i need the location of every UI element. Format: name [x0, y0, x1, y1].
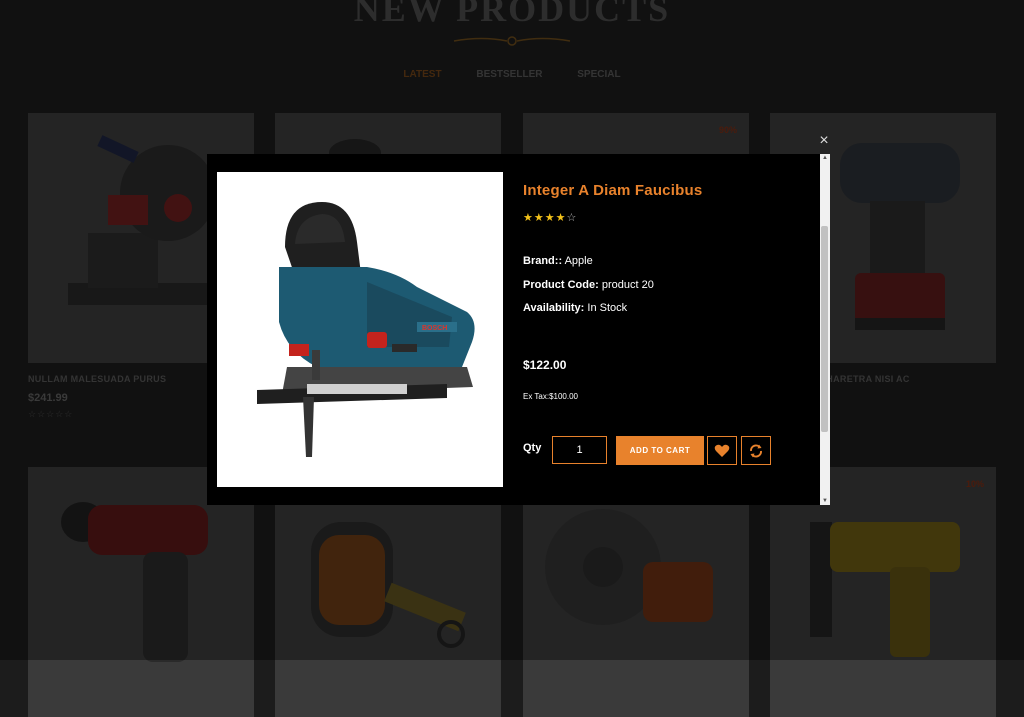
scroll-down-icon[interactable]: ▼	[820, 498, 830, 504]
star-empty-icon: ☆	[566, 212, 578, 224]
brand-row: Brand:: Apple	[523, 255, 593, 267]
product-image: BOSCH	[217, 172, 503, 487]
product-code-row: Product Code: product 20	[523, 279, 654, 291]
close-icon[interactable]: ×	[814, 131, 834, 151]
svg-text:BOSCH: BOSCH	[422, 325, 447, 332]
brand-value[interactable]: Apple	[565, 255, 593, 267]
modal-scrollbar[interactable]: ▲ ▼	[820, 154, 830, 505]
refresh-icon	[750, 443, 762, 458]
quantity-input[interactable]	[552, 436, 607, 464]
product-price: $122.00	[523, 358, 567, 372]
availability-label: Availability:	[523, 302, 585, 314]
compare-button[interactable]	[741, 436, 771, 465]
quick-view-modal: BOSCH Integer A Diam Faucibus ★★★★☆ Bran…	[207, 154, 830, 505]
product-rating: ★★★★☆	[523, 211, 577, 224]
scrollbar-thumb[interactable]	[821, 226, 828, 432]
product-code-value: product 20	[601, 279, 654, 291]
product-code-label: Product Code:	[523, 279, 599, 291]
qty-label: Qty	[523, 442, 542, 454]
product-title: Integer A Diam Faucibus	[523, 182, 703, 199]
heart-icon	[714, 444, 730, 457]
availability-value: In Stock	[587, 302, 628, 314]
availability-row: Availability: In Stock	[523, 302, 627, 314]
brand-label: Brand::	[523, 255, 563, 267]
jigsaw-image: BOSCH	[257, 202, 475, 457]
ex-tax-price: Ex Tax:$100.00	[523, 392, 579, 401]
star-icon: ★★★★	[523, 212, 567, 224]
scroll-up-icon[interactable]: ▲	[820, 155, 830, 161]
wishlist-button[interactable]	[707, 436, 737, 465]
add-to-cart-button[interactable]: ADD TO CART	[616, 436, 704, 465]
